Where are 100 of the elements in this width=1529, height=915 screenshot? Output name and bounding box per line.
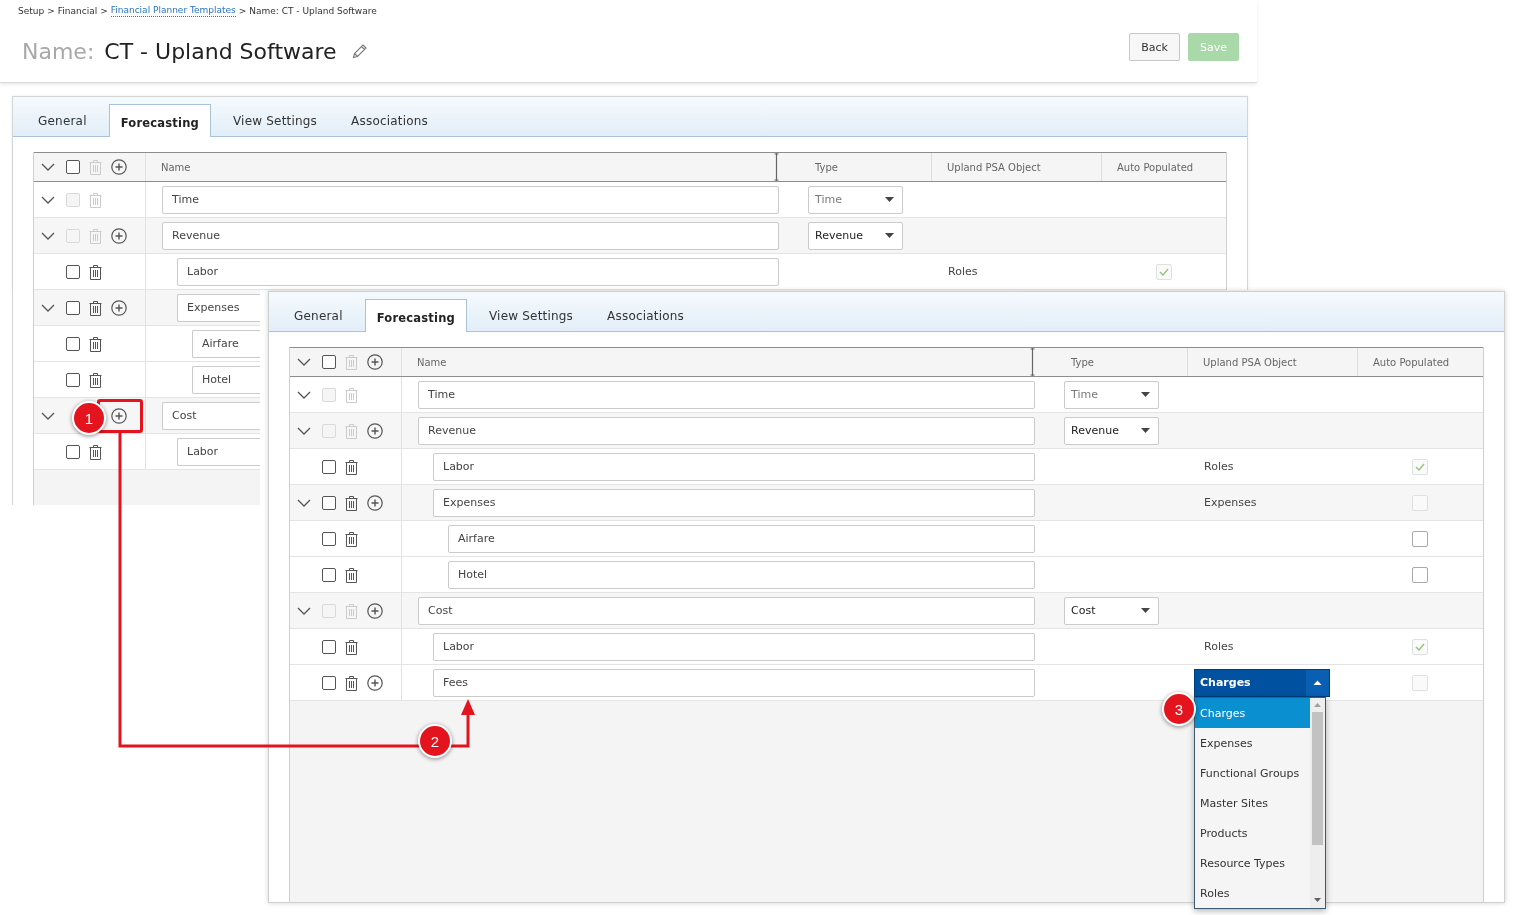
type-select[interactable]: Revenue	[1064, 416, 1159, 445]
checkbox[interactable]	[66, 336, 80, 351]
name-field[interactable]: Airfare	[192, 329, 260, 358]
name-field[interactable]: Labor	[433, 632, 1035, 661]
chevron-down-icon[interactable]	[297, 390, 311, 399]
pencil-icon[interactable]	[350, 42, 369, 60]
checkbox[interactable]	[66, 372, 80, 387]
checkbox[interactable]	[322, 675, 336, 690]
column-resize-handle[interactable]	[1030, 348, 1035, 376]
tab[interactable]: General	[26, 104, 99, 136]
check-icon	[1415, 462, 1425, 471]
trash-icon[interactable]	[88, 335, 102, 352]
breadcrumb-separator: >	[100, 5, 108, 18]
chevron-down-icon[interactable]	[41, 411, 55, 420]
chevron-down-icon[interactable]	[297, 426, 311, 435]
checkbox[interactable]	[66, 264, 80, 279]
type-select[interactable]: Revenue	[808, 221, 903, 250]
name-field[interactable]: Labor	[433, 452, 1035, 481]
checkbox[interactable]	[322, 531, 336, 546]
trash-icon[interactable]	[344, 494, 358, 511]
checkbox[interactable]	[66, 160, 80, 174]
add-icon[interactable]	[367, 494, 383, 511]
checkbox[interactable]	[322, 355, 336, 369]
dropdown-option[interactable]: Products	[1195, 818, 1310, 848]
chevron-down-icon[interactable]	[41, 163, 55, 171]
trash-icon[interactable]	[344, 638, 358, 655]
name-field[interactable]: Cost	[162, 401, 260, 430]
tab[interactable]: General	[282, 299, 355, 331]
table-cell: Roles	[1204, 460, 1234, 473]
dropdown-option[interactable]: Master Sites	[1195, 788, 1310, 818]
caret-down-icon	[1141, 392, 1150, 397]
column-header: Auto Populated	[1373, 356, 1450, 368]
name-field[interactable]: Expenses	[177, 293, 260, 322]
chevron-down-icon[interactable]	[41, 195, 55, 204]
back-button[interactable]: Back	[1129, 33, 1180, 61]
caret-up-icon[interactable]	[1306, 669, 1329, 696]
object-select[interactable]: Charges	[1194, 668, 1330, 697]
name-field[interactable]: Revenue	[418, 416, 1035, 445]
checkbox[interactable]	[322, 459, 336, 474]
name-field[interactable]: Time	[418, 380, 1035, 409]
column-resize-handle[interactable]	[774, 153, 779, 181]
column-header: Name	[161, 161, 191, 173]
checkbox[interactable]	[1412, 530, 1428, 547]
trash-icon[interactable]	[88, 299, 102, 316]
type-select[interactable]: Cost	[1064, 596, 1159, 625]
chevron-down-icon[interactable]	[41, 231, 55, 240]
trash-icon[interactable]	[88, 371, 102, 388]
caret-down-icon	[1141, 608, 1150, 613]
dropdown-option[interactable]: Resource Types	[1195, 848, 1310, 878]
checkbox[interactable]	[1412, 566, 1428, 583]
dropdown-option[interactable]: Charges	[1195, 698, 1310, 728]
add-icon[interactable]	[367, 354, 383, 370]
name-field[interactable]: Revenue	[162, 221, 779, 250]
name-field[interactable]: Labor	[177, 437, 260, 466]
trash-icon[interactable]	[88, 263, 102, 280]
chevron-down-icon[interactable]	[297, 498, 311, 507]
chevron-down-icon[interactable]	[297, 358, 311, 366]
column-header: Name	[417, 356, 447, 368]
name-field[interactable]: Hotel	[448, 560, 1035, 589]
tab[interactable]: Associations	[339, 104, 441, 136]
name-field[interactable]: Fees	[433, 668, 1035, 697]
column-header: Upland PSA Object	[947, 161, 1041, 173]
column-header: Upland PSA Object	[1203, 356, 1297, 368]
tab[interactable]: Associations	[595, 299, 697, 331]
chevron-down-icon[interactable]	[297, 606, 311, 615]
dropdown-option[interactable]: Expenses	[1195, 728, 1310, 758]
add-icon[interactable]	[367, 674, 383, 691]
chevron-down-icon[interactable]	[41, 303, 55, 312]
add-icon[interactable]	[367, 422, 383, 439]
add-icon[interactable]	[111, 159, 127, 175]
breadcrumb-link[interactable]: Financial Planner Templates	[110, 5, 236, 17]
name-field[interactable]: Cost	[418, 596, 1035, 625]
trash-icon[interactable]	[344, 566, 358, 583]
name-field[interactable]: Expenses	[433, 488, 1035, 517]
name-field[interactable]: Hotel	[192, 365, 260, 394]
table-cell: Expenses	[1204, 496, 1257, 509]
checkbox[interactable]	[322, 639, 336, 654]
checkbox[interactable]	[322, 495, 336, 510]
trash-icon[interactable]	[344, 674, 358, 691]
add-icon[interactable]	[111, 227, 127, 244]
dropdown-option[interactable]: Roles	[1195, 878, 1310, 908]
add-icon[interactable]	[111, 407, 127, 424]
add-icon[interactable]	[111, 299, 127, 316]
checkbox[interactable]	[66, 300, 80, 315]
scrollbar[interactable]	[1310, 698, 1325, 908]
trash-icon[interactable]	[344, 458, 358, 475]
trash-icon[interactable]	[344, 530, 358, 547]
tab[interactable]: View Settings	[220, 104, 330, 136]
name-field[interactable]: Airfare	[448, 524, 1035, 553]
dropdown-option[interactable]: Functional Groups	[1195, 758, 1310, 788]
tab[interactable]: Forecasting	[108, 104, 211, 137]
trash-icon[interactable]	[88, 443, 102, 460]
name-field[interactable]: Labor	[177, 257, 779, 286]
name-field[interactable]: Time	[162, 185, 779, 214]
checkbox[interactable]	[66, 444, 80, 459]
tab[interactable]: Forecasting	[364, 299, 467, 332]
checkbox[interactable]	[322, 567, 336, 582]
add-icon[interactable]	[367, 602, 383, 619]
tab[interactable]: View Settings	[476, 299, 586, 331]
page-title: CT - Upland Software	[104, 38, 337, 64]
